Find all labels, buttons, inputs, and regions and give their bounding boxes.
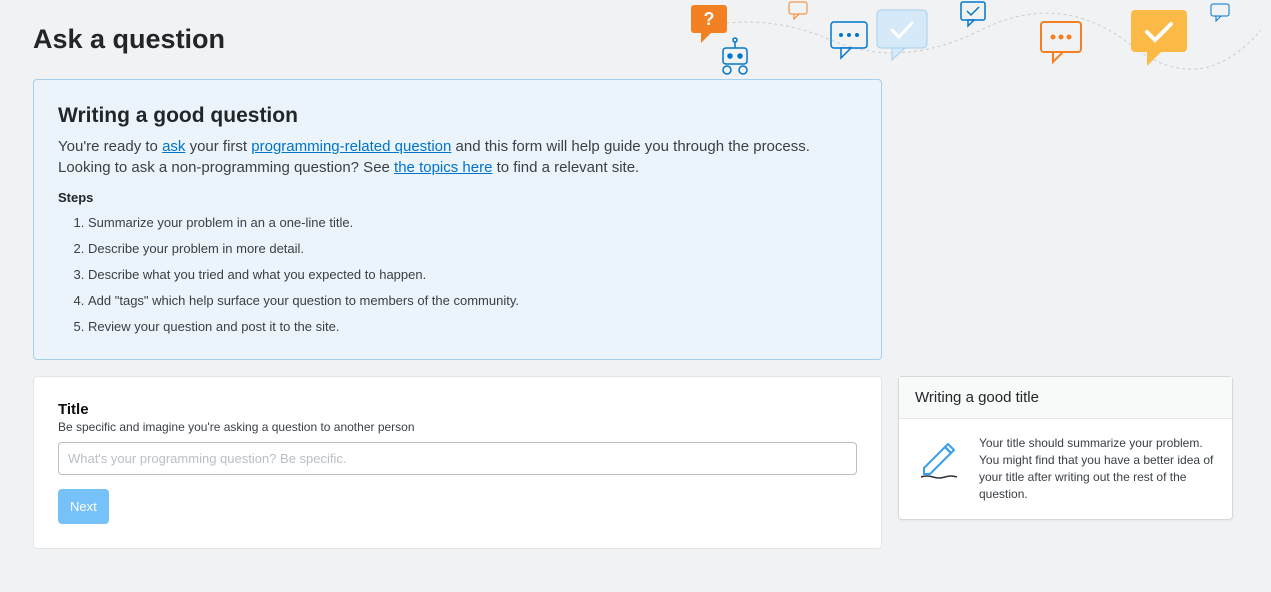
title-field-description: Be specific and imagine you're asking a … <box>58 420 857 434</box>
step-item: Review your question and post it to the … <box>88 319 857 336</box>
title-input[interactable] <box>58 442 857 475</box>
sidebar-tip-text: Your title should summarize your problem… <box>979 435 1216 502</box>
title-field-label: Title <box>58 401 857 418</box>
sidebar-tip-card: Writing a good title Your title should s… <box>898 376 1233 519</box>
step-item: Describe what you tried and what you exp… <box>88 267 857 284</box>
sidebar-header: Writing a good title <box>899 377 1232 419</box>
step-item: Describe your problem in more detail. <box>88 241 857 258</box>
page-title: Ask a question <box>33 0 1238 79</box>
programming-related-link[interactable]: programming-related question <box>251 138 451 155</box>
pencil-icon <box>915 435 963 483</box>
step-item: Summarize your problem in an a one-line … <box>88 215 857 232</box>
info-text-part: You're ready to <box>58 138 162 155</box>
steps-label: Steps <box>58 190 857 205</box>
title-card: Title Be specific and imagine you're ask… <box>33 376 882 549</box>
ask-link[interactable]: ask <box>162 138 185 155</box>
next-button[interactable]: Next <box>58 489 109 524</box>
info-title: Writing a good question <box>58 104 857 128</box>
info-text-part: to find a relevant site. <box>492 159 639 176</box>
info-text-part: your first <box>185 138 251 155</box>
info-text: You're ready to ask your first programmi… <box>58 136 857 178</box>
writing-good-question-box: Writing a good question You're ready to … <box>33 79 882 360</box>
steps-list: Summarize your problem in an a one-line … <box>58 215 857 335</box>
topics-link[interactable]: the topics here <box>394 159 492 176</box>
step-item: Add "tags" which help surface your quest… <box>88 293 857 310</box>
